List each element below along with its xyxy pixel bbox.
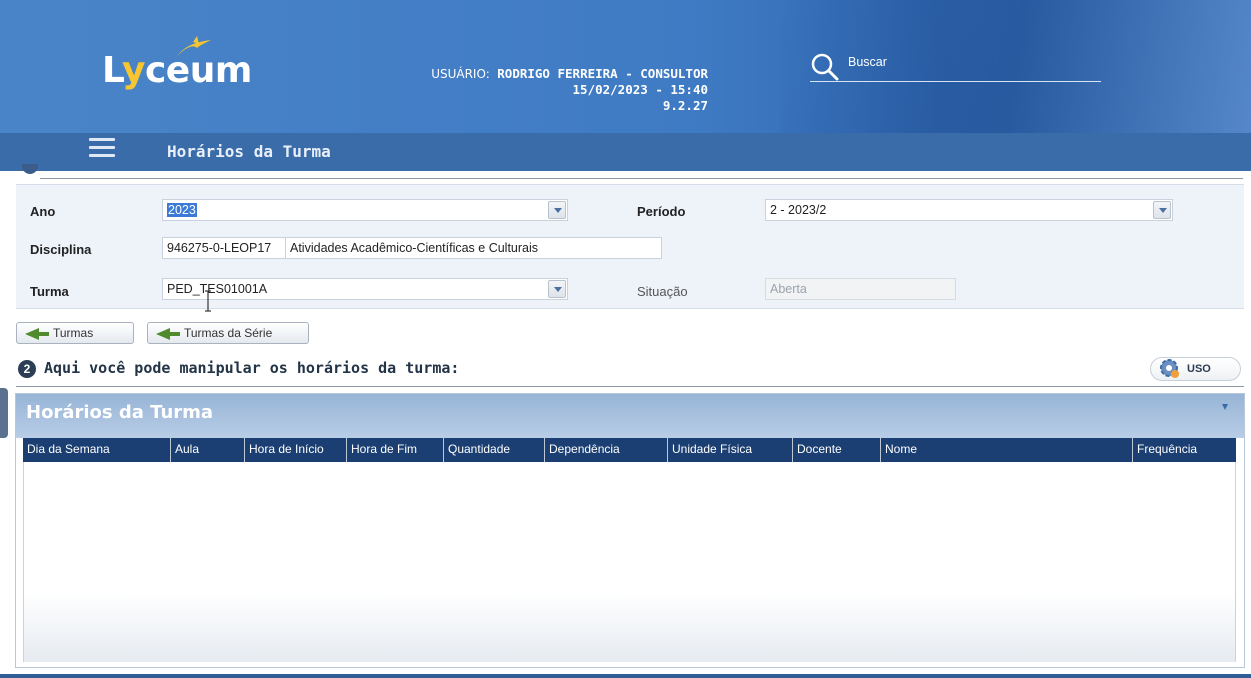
logo-bird-icon xyxy=(177,36,211,56)
back-arrow-icon xyxy=(25,328,49,340)
side-tab[interactable] xyxy=(0,388,8,438)
turmas-button-label: Turmas xyxy=(53,326,94,340)
ano-select[interactable]: 2023 xyxy=(162,199,568,221)
back-arrow-icon xyxy=(156,328,180,340)
search-input[interactable]: Buscar xyxy=(810,52,1101,82)
periodo-label: Período xyxy=(637,204,686,219)
step-2-badge: 2 xyxy=(18,360,36,378)
turma-label: Turma xyxy=(30,284,69,299)
search-placeholder: Buscar xyxy=(848,55,887,69)
datetime: 15/02/2023 - 15:40 xyxy=(572,82,708,97)
user-line: USUÁRIO: RODRIGO FERREIRA - CONSULTOR xyxy=(350,66,708,82)
col-docente[interactable]: Docente xyxy=(793,438,881,462)
divider xyxy=(40,178,1243,179)
turma-select[interactable]: PED_TES01001A xyxy=(162,278,568,300)
title-bar: Horários da Turma xyxy=(0,133,1251,171)
divider xyxy=(16,386,1244,387)
disciplina-name-field[interactable]: Atividades Acadêmico-Científicas e Cultu… xyxy=(285,237,662,259)
disciplina-label: Disciplina xyxy=(30,242,92,257)
col-frequencia[interactable]: Frequência xyxy=(1133,438,1236,462)
col-hora-fim[interactable]: Hora de Fim xyxy=(347,438,444,462)
turmas-button[interactable]: Turmas xyxy=(16,322,134,344)
col-dia-semana[interactable]: Dia da Semana xyxy=(23,438,171,462)
col-nome[interactable]: Nome xyxy=(881,438,1133,462)
col-unidade-fisica[interactable]: Unidade Física xyxy=(668,438,793,462)
page-title: Horários da Turma xyxy=(167,142,331,161)
step-1-badge xyxy=(22,164,38,174)
grid-title: Horários da Turma xyxy=(26,402,214,423)
chevron-down-icon[interactable] xyxy=(548,201,566,219)
uso-button-label: USO xyxy=(1187,363,1211,375)
schedule-grid: Horários da Turma Dia da Semana Aula Hor… xyxy=(15,393,1245,668)
grid-body xyxy=(23,462,1236,662)
ano-label: Ano xyxy=(30,204,56,219)
uso-button[interactable]: USO xyxy=(1150,357,1241,381)
grid-columns: Dia da Semana Aula Hora de Início Hora d… xyxy=(23,438,1236,462)
user-info: USUÁRIO: RODRIGO FERREIRA - CONSULTOR 15… xyxy=(350,66,708,114)
periodo-select[interactable]: 2 - 2023/2 xyxy=(765,199,1173,221)
section-title: Aqui você pode manipular os horários da … xyxy=(44,359,460,377)
col-dependencia[interactable]: Dependência xyxy=(545,438,668,462)
ano-value: 2023 xyxy=(167,203,197,217)
user-name: RODRIGO FERREIRA - CONSULTOR xyxy=(497,66,708,81)
chevron-down-icon[interactable] xyxy=(1153,201,1171,219)
chevron-down-icon[interactable] xyxy=(548,280,566,298)
situacao-field: Aberta xyxy=(765,278,956,300)
disciplina-code-field[interactable]: 946275-0-LEOP17 xyxy=(162,237,286,259)
turmas-serie-button-label: Turmas da Série xyxy=(184,326,273,340)
col-aula[interactable]: Aula xyxy=(171,438,245,462)
periodo-value: 2 - 2023/2 xyxy=(770,203,827,217)
logo-letter-l: L xyxy=(102,50,123,91)
turma-value: PED_TES01001A xyxy=(167,282,268,296)
menu-icon[interactable] xyxy=(89,138,115,160)
grid-header: Horários da Turma xyxy=(16,394,1244,438)
bottom-bar xyxy=(0,674,1251,678)
text-cursor-icon xyxy=(205,290,211,312)
search-icon[interactable] xyxy=(810,52,840,82)
col-hora-inicio[interactable]: Hora de Início xyxy=(245,438,347,462)
col-quantidade[interactable]: Quantidade xyxy=(444,438,545,462)
collapse-icon[interactable] xyxy=(1220,402,1230,412)
version: 9.2.27 xyxy=(662,98,708,113)
user-label: USUÁRIO: xyxy=(431,67,490,81)
situacao-label: Situação xyxy=(637,284,688,299)
turmas-serie-button[interactable]: Turmas da Série xyxy=(147,322,309,344)
logo-letter-y: y xyxy=(122,50,145,91)
gear-icon xyxy=(1160,359,1179,378)
